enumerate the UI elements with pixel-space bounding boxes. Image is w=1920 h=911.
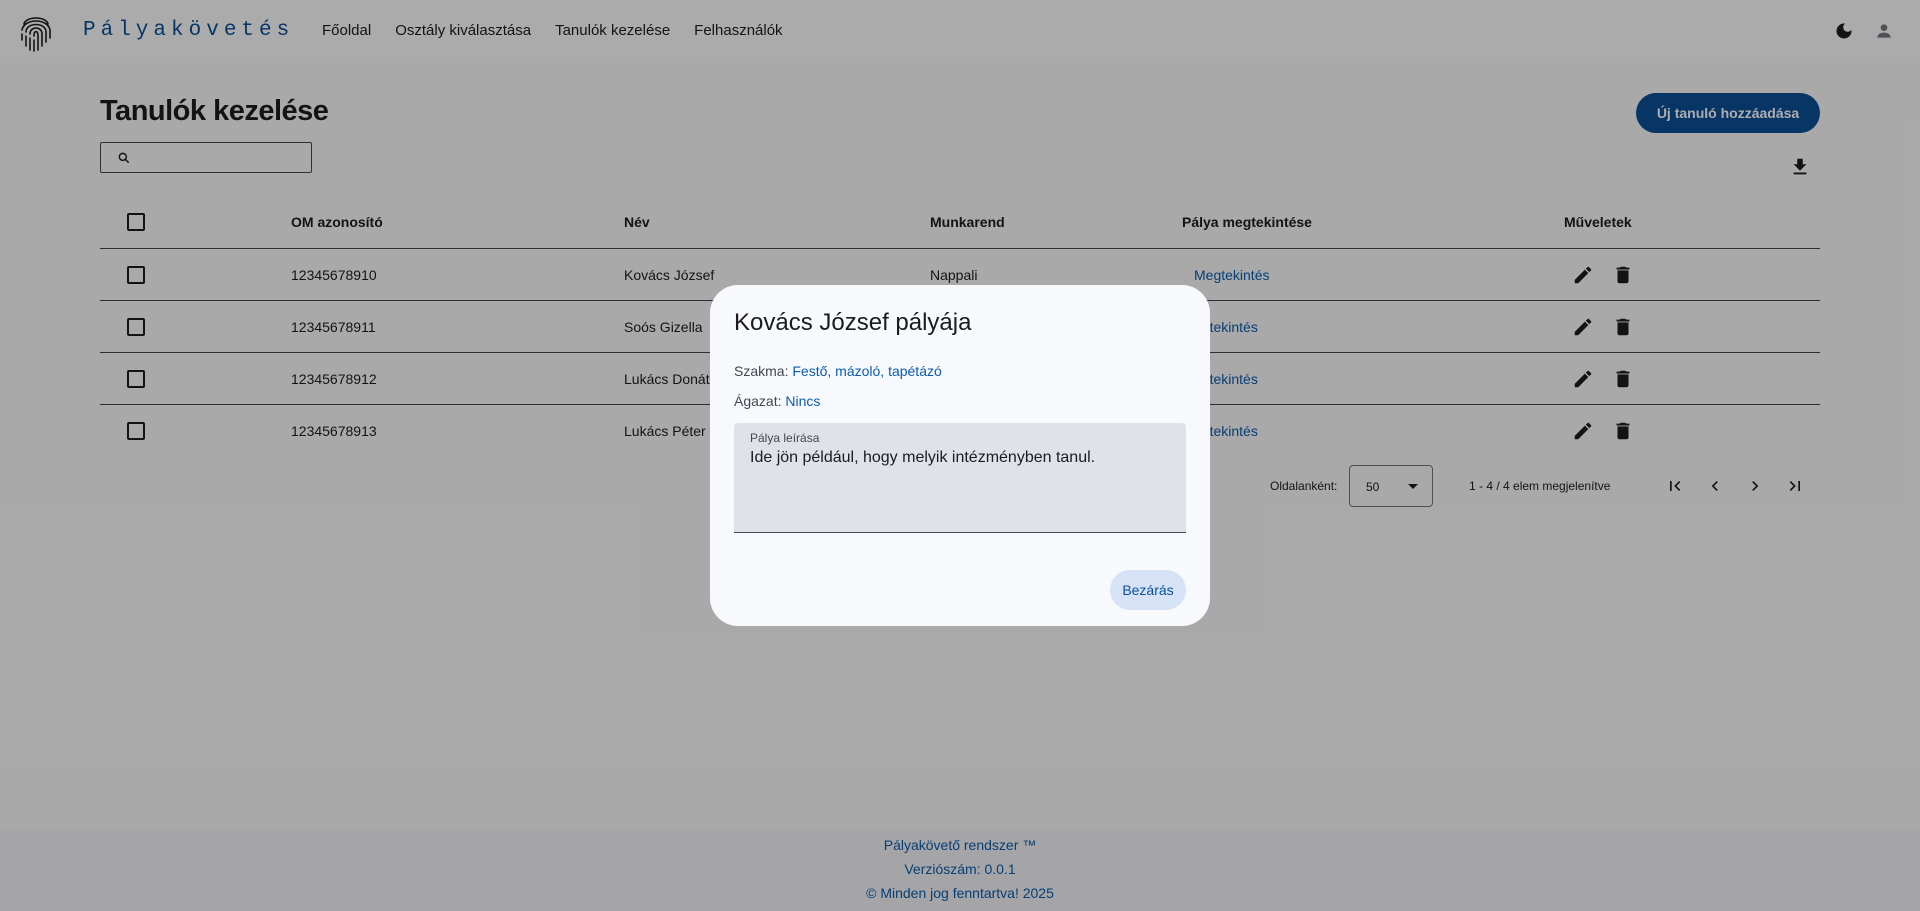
sector-line: Ágazat: Nincs [734, 393, 820, 409]
profession-value: Festő, mázoló, tapétázó [792, 363, 942, 379]
close-button[interactable]: Bezárás [1110, 570, 1186, 610]
career-dialog: Kovács József pályája Szakma: Festő, máz… [710, 285, 1210, 626]
dialog-title: Kovács József pályája [734, 309, 972, 336]
career-description-field[interactable]: Pálya leírása Ide jön például, hogy mely… [734, 423, 1186, 533]
career-description-text[interactable]: Ide jön például, hogy melyik intézménybe… [750, 449, 1095, 467]
sector-label: Ágazat: [734, 393, 782, 409]
career-description-label: Pálya leírása [750, 431, 820, 445]
profession-line: Szakma: Festő, mázoló, tapétázó [734, 363, 942, 379]
sector-value: Nincs [785, 393, 821, 409]
profession-label: Szakma: [734, 363, 789, 379]
